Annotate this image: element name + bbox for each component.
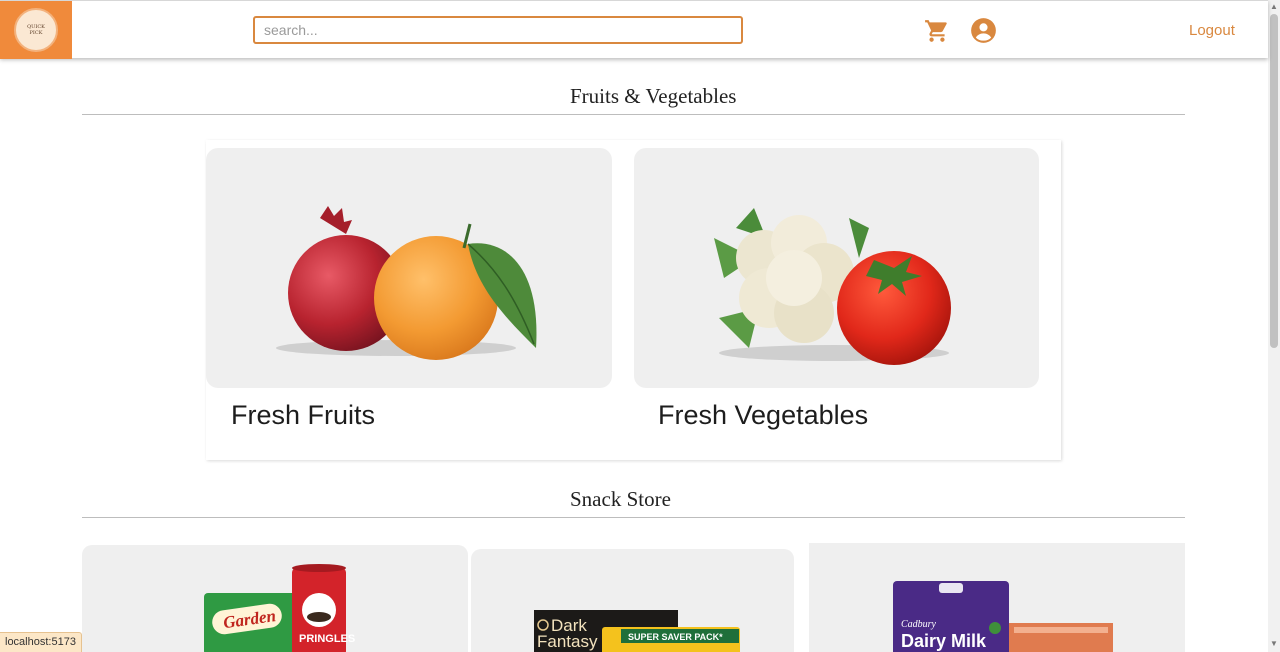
snack-card-biscuits[interactable]: Dark Fantasy SUPER SAVER PACK* [471,549,794,652]
logout-link[interactable]: Logout [1189,22,1235,39]
section-title-snack-store: Snack Store [570,487,671,511]
fruits-image [276,206,537,360]
top-navbar: QUICK PICK Logout [0,0,1268,59]
status-url: localhost:5173 [0,632,82,652]
section-divider [82,114,1185,115]
snack-card-chocolates[interactable]: Cadbury Dairy Milk [809,543,1185,652]
fresh-vegetables-card[interactable] [634,148,1039,388]
fresh-fruits-card[interactable] [206,148,612,388]
snack-card-chips[interactable]: Garden PRINGLES [82,545,468,652]
logo[interactable]: QUICK PICK [0,1,72,59]
dairy-milk-brand-text: Dairy Milk [901,631,987,651]
pringles-brand-text: PRINGLES [299,633,355,645]
chips-image: Garden PRINGLES [204,564,355,652]
biscuits-image: Dark Fantasy SUPER SAVER PACK* [534,610,740,652]
super-saver-text: SUPER SAVER PACK* [628,632,723,642]
fantasy-brand-text: Fantasy [537,632,598,651]
account-circle-icon[interactable] [970,17,997,44]
shopping-cart-icon[interactable] [924,18,950,44]
fresh-vegetables-label[interactable]: Fresh Vegetables [658,400,868,431]
category-panel: Fresh Fruits Fresh Vegetables [206,140,1061,460]
cadbury-brand-text: Cadbury [901,619,937,630]
chocolates-image: Cadbury Dairy Milk [893,581,1113,652]
logo-badge: QUICK PICK [14,8,58,52]
section-title-fruits-vegetables: Fruits & Vegetables [570,84,737,108]
section-divider [82,517,1185,518]
search-input[interactable] [253,16,743,44]
logo-text-line-2: PICK [29,30,43,36]
scrollbar-thumb[interactable] [1270,14,1278,348]
vegetables-image [714,208,951,365]
fresh-fruits-label[interactable]: Fresh Fruits [231,400,375,431]
scroll-down-arrow-icon[interactable]: ▼ [1270,639,1278,648]
scroll-up-arrow-icon[interactable]: ▲ [1270,2,1278,11]
